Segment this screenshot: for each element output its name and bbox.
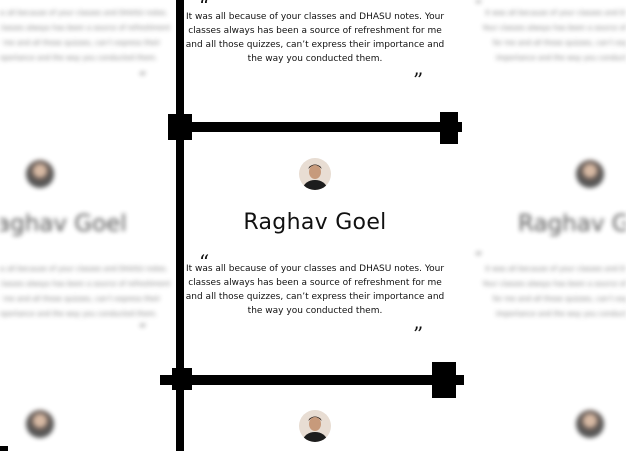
blurred-testimonial-left: It was all because of your classes and D… — [0, 0, 170, 451]
testimonial-quote: It was all because of your classes and D… — [184, 262, 446, 318]
top-rail — [168, 122, 462, 132]
testimonial-quote-top: It was all because of your classes and D… — [184, 10, 446, 66]
testimonial-name: Raghav Goel — [243, 210, 387, 235]
quote-text: It was all because of your classes and D… — [185, 12, 445, 64]
rail-cap-right — [432, 362, 456, 398]
blurred-quote-text: It was all because of your classes and D… — [0, 9, 170, 62]
blurred-testimonial-right: “ It was all because of your classes and… — [466, 0, 626, 451]
blurred-quote-mark: “ — [139, 70, 147, 86]
close-quote-icon: ” — [413, 68, 424, 92]
corner-mark — [0, 446, 8, 451]
blurred-name: aghav Goel — [0, 211, 127, 237]
blurred-avatar-icon — [576, 160, 604, 188]
quote-text: It was all because of your classes and D… — [185, 264, 445, 316]
rail-cap-left — [172, 368, 192, 390]
blurred-quote-text: It was all because of your classes and D… — [0, 265, 170, 318]
rail-cap-right — [440, 112, 458, 144]
user-avatar-icon — [299, 410, 331, 442]
bottom-rail — [160, 375, 464, 385]
blurred-quote-text: It was all because of your classes and D… — [482, 265, 626, 318]
rail-cap-left — [168, 114, 192, 140]
close-quote-icon: ” — [413, 322, 424, 346]
blurred-name: Raghav G — [518, 211, 626, 237]
blurred-avatar-icon — [26, 160, 54, 188]
blurred-quote-mark: “ — [139, 322, 147, 338]
blurred-quote-text: It was all because of your classes and D… — [482, 9, 626, 62]
user-avatar-icon — [299, 158, 331, 190]
blurred-avatar-icon — [26, 410, 54, 438]
blurred-avatar-icon — [576, 410, 604, 438]
